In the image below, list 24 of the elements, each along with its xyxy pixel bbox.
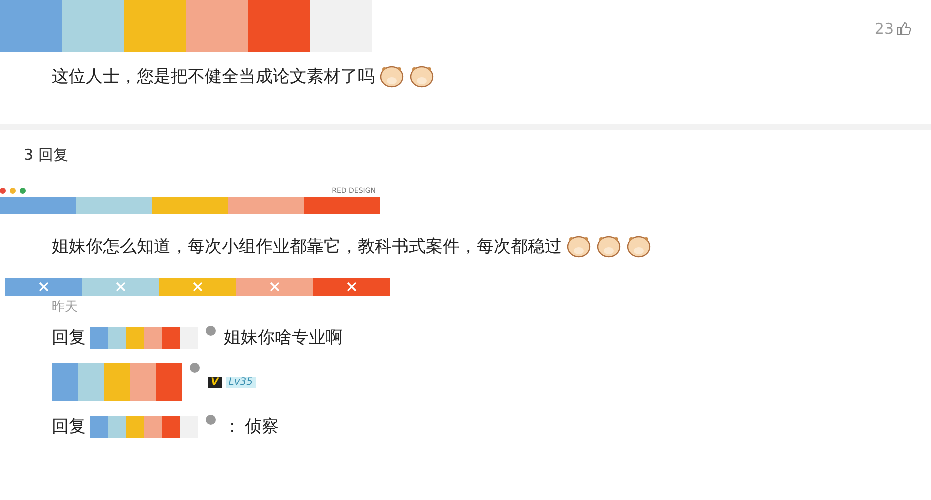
reply-prefix: 回复 [52,416,86,438]
cross-icon [192,282,202,292]
comment-text: 这位人士，您是把不健全当成论文素材了吗 [52,66,375,88]
dog-face-icon [566,234,592,258]
reply-text: 姐妹你怎么知道，每次小组作业都靠它，教科书式案件，每次都稳过 [52,236,562,258]
separator: ： [224,416,241,438]
dog-face-icon [596,234,622,258]
reply-count[interactable]: 3 回复 [0,130,931,165]
vip-badge: V [208,376,222,388]
reply-text: 姐妹你啥专业啊 [224,327,343,349]
level-badge: Lv35 [226,376,256,388]
timestamp: 昨天 [51,299,79,316]
cross-icon [116,282,126,292]
reply-text: 侦察 [245,416,279,438]
dog-face-icon [626,234,652,258]
like-count: 23 [874,20,894,38]
window-dots-icon [0,188,26,194]
reply-prefix: 回复 [52,327,86,349]
thumbs-up-icon[interactable] [897,22,911,36]
cross-icon [38,282,48,292]
dog-face-icon [409,64,435,88]
dog-face-icon [379,64,405,88]
cross-icon [270,282,280,292]
cross-icon [346,282,356,292]
